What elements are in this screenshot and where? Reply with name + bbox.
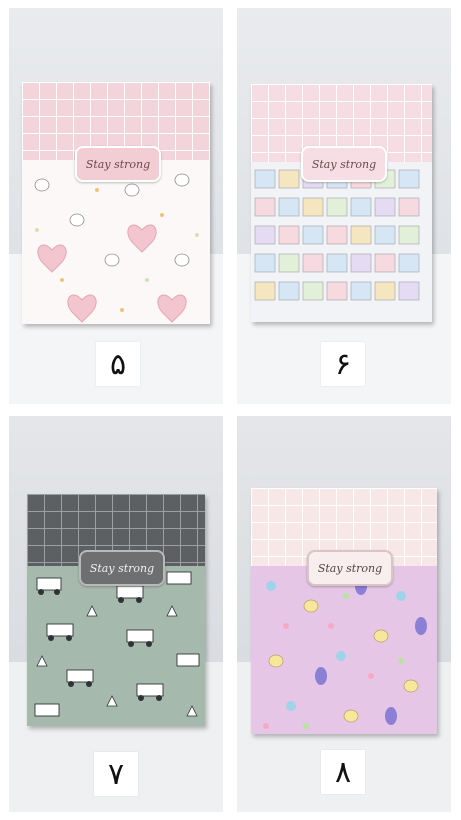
stay-strong-label: Stay strong bbox=[75, 146, 161, 182]
notebook-cover-5: Stay strong bbox=[22, 82, 210, 324]
number-card-8: ۸ bbox=[321, 750, 365, 794]
number-card-7: ۷ bbox=[94, 752, 138, 796]
label-text: Stay strong bbox=[85, 157, 151, 171]
stay-strong-label: Stay strong bbox=[307, 550, 393, 586]
label-text: Stay strong bbox=[317, 561, 383, 575]
notebook-cover-6: Stay strong bbox=[251, 84, 432, 322]
cute-stickers-icon bbox=[251, 162, 432, 322]
product-photo-6: Stay strong ۶ bbox=[237, 8, 451, 404]
number-label: ۷ bbox=[107, 756, 125, 792]
number-card-6: ۶ bbox=[321, 342, 365, 386]
stay-strong-label: Stay strong bbox=[301, 146, 387, 182]
notebook-cover-8: Stay strong bbox=[251, 488, 437, 734]
label-text: Stay strong bbox=[89, 561, 155, 575]
product-photo-8: Stay strong ۸ bbox=[237, 416, 451, 812]
snail-bunny-doodles-icon bbox=[251, 566, 437, 734]
product-photo-7: Stay strong ۷ bbox=[9, 416, 223, 812]
product-photo-5: Stay strong ۵ bbox=[9, 8, 223, 404]
number-label: ۶ bbox=[334, 346, 352, 382]
construction-vehicles-icon bbox=[27, 566, 205, 726]
number-card-5: ۵ bbox=[96, 342, 140, 386]
bunny-hearts-icon bbox=[22, 160, 210, 324]
notebook-cover-7: Stay strong bbox=[27, 494, 205, 726]
number-label: ۸ bbox=[334, 754, 352, 790]
stay-strong-label: Stay strong bbox=[79, 550, 165, 586]
number-label: ۵ bbox=[109, 346, 127, 382]
label-text: Stay strong bbox=[311, 157, 377, 171]
